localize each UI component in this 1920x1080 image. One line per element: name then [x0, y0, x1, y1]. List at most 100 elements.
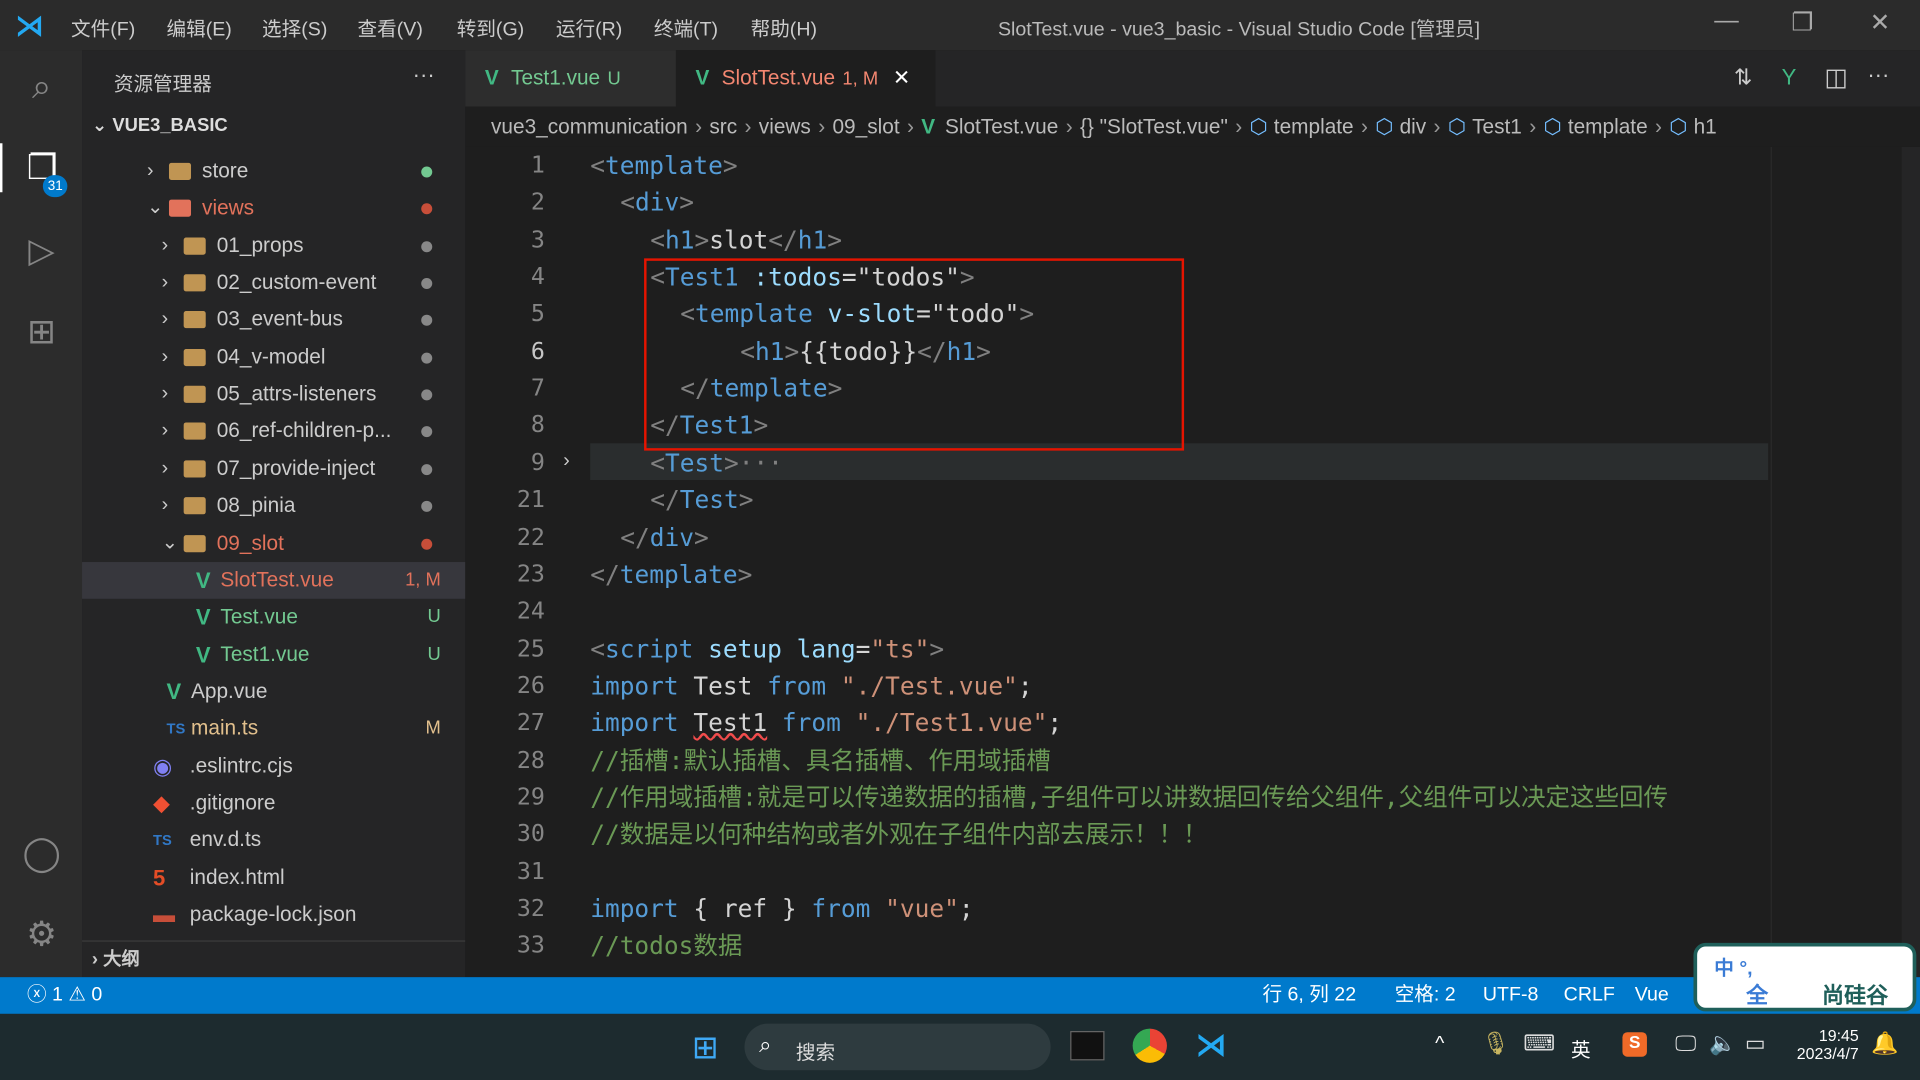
code-line[interactable]: //数据是以何种结构或者外观在子组件内部去展示！！！: [590, 816, 1207, 853]
breadcrumb-item[interactable]: vue3_communication: [491, 115, 688, 138]
code-line[interactable]: </template>: [680, 370, 842, 407]
breadcrumb-item[interactable]: 09_slot: [832, 115, 899, 138]
menu-item[interactable]: 帮助(H): [751, 12, 817, 41]
code-line[interactable]: <script setup lang="ts">: [590, 630, 944, 667]
breadcrumb-item[interactable]: SlotTest.vue: [945, 115, 1058, 138]
code-line[interactable]: </Test>: [650, 481, 753, 518]
code-line[interactable]: </div>: [620, 519, 708, 556]
language-mode[interactable]: Vue: [1635, 977, 1669, 1014]
fold-chevron-icon[interactable]: ›: [563, 451, 570, 473]
encoding[interactable]: UTF-8: [1483, 977, 1539, 1014]
tree-item[interactable]: V App.vue: [82, 673, 465, 710]
code-line[interactable]: import { ref } from "vue";: [590, 890, 973, 927]
breadcrumb-item[interactable]: Test1: [1472, 115, 1522, 138]
restore-button[interactable]: ❐: [1791, 7, 1813, 38]
tree-item[interactable]: 5 index.html: [82, 859, 465, 896]
volume-icon[interactable]: 🔈: [1709, 1031, 1736, 1057]
breadcrumb-item[interactable]: div: [1400, 115, 1427, 138]
notification-icon[interactable]: 🔔: [1871, 1031, 1898, 1057]
tree-item[interactable]: V Test.vue U: [82, 599, 465, 636]
extensions-icon[interactable]: ⊞: [17, 307, 66, 356]
breadcrumb-item[interactable]: {} "SlotTest.vue": [1080, 115, 1228, 138]
code-line[interactable]: //作用域插槽:就是可以传递数据的插槽,子组件可以讲数据回传给父组件,父组件可以…: [590, 779, 1668, 816]
menu-item[interactable]: 选择(S): [262, 12, 327, 41]
compare-changes-icon[interactable]: ⇅: [1734, 65, 1752, 91]
menu-item[interactable]: 运行(R): [556, 12, 622, 41]
code-line[interactable]: </template>: [590, 556, 752, 593]
minimap[interactable]: [1770, 146, 1893, 978]
split-editor-icon[interactable]: ◫: [1824, 62, 1847, 93]
tree-item[interactable]: › 05_attrs-listeners: [82, 376, 465, 413]
tree-item[interactable]: › 01_props: [82, 227, 465, 264]
tree-item[interactable]: ▬ package-lock.json: [82, 896, 465, 933]
code-line[interactable]: <h1>{{todo}}</h1>: [740, 333, 991, 370]
microphone-icon[interactable]: 🎙: [1482, 1031, 1510, 1057]
menu-item[interactable]: 编辑(E): [167, 12, 232, 41]
tree-item[interactable]: ⌄ 09_slot: [82, 525, 465, 562]
close-window-button[interactable]: ✕: [1870, 7, 1891, 38]
outline-section[interactable]: › 大纲: [82, 940, 466, 977]
cursor-position[interactable]: 行 6, 列 22: [1262, 977, 1356, 1014]
tree-item[interactable]: ⌄ views: [82, 190, 465, 227]
code-line[interactable]: import Test from "./Test.vue";: [590, 667, 1032, 704]
code-editor[interactable]: › 1 <template> 2 <div> 3 <h1>slot</h1> 4 <Test1…: [465, 146, 1920, 978]
breadcrumb-item[interactable]: template: [1274, 115, 1354, 138]
tree-item[interactable]: V SlotTest.vue 1, M: [82, 561, 466, 599]
breadcrumb-item[interactable]: src: [709, 115, 737, 138]
tree-item[interactable]: TS env.d.ts: [82, 822, 465, 859]
code-line[interactable]: import Test1 from "./Test1.vue";: [590, 704, 1062, 741]
clock[interactable]: 19:45 2023/4/7: [1790, 1026, 1859, 1063]
search-icon[interactable]: ⌕: [17, 62, 66, 111]
code-line[interactable]: <template>: [590, 147, 737, 184]
tree-item[interactable]: TS main.ts M: [82, 711, 465, 748]
tray-overflow-icon[interactable]: ^: [1435, 1033, 1444, 1055]
minimize-button[interactable]: —: [1714, 7, 1738, 35]
battery-icon[interactable]: ▭: [1745, 1031, 1766, 1057]
breadcrumb-item[interactable]: template: [1568, 115, 1648, 138]
explorer-icon[interactable]: ❐ 31: [0, 143, 82, 198]
menu-item[interactable]: 终端(T): [654, 12, 718, 41]
menu-item[interactable]: 文件(F): [71, 12, 135, 41]
code-line[interactable]: //todos数据: [590, 927, 742, 964]
tab-test1-vue[interactable]: V Test1.vue U: [465, 50, 676, 107]
tree-item[interactable]: V Test1.vue U: [82, 636, 465, 673]
code-line[interactable]: </Test1>: [650, 407, 768, 444]
workspace-root[interactable]: ⌄ VUE3_BASIC: [92, 114, 228, 136]
code-line[interactable]: <h1>slot</h1>: [650, 221, 842, 258]
run-debug-icon[interactable]: ▷: [17, 227, 66, 276]
account-icon[interactable]: ◯: [17, 829, 66, 878]
vue-preview-icon[interactable]: Y: [1782, 65, 1797, 91]
code-line[interactable]: <div>: [620, 184, 694, 221]
code-line[interactable]: <template v-slot="todo">: [680, 296, 1034, 333]
tree-item[interactable]: › 08_pinia: [82, 488, 465, 525]
more-actions-button[interactable]: ···: [413, 62, 435, 88]
tree-item[interactable]: ◆ .gitignore: [82, 785, 465, 822]
tab-slottest-vue[interactable]: V SlotTest.vue 1, M ✕: [675, 50, 936, 107]
terminal-app-icon[interactable]: [1070, 1031, 1105, 1061]
chrome-app-icon[interactable]: [1132, 1028, 1167, 1063]
tree-item[interactable]: › 07_provide-inject: [82, 450, 465, 487]
tree-item[interactable]: › 04_v-model: [82, 339, 465, 376]
ime-toolbar[interactable]: 中 °, 全 尚硅谷: [1693, 942, 1917, 1012]
tree-item[interactable]: › 02_custom-event: [82, 265, 465, 302]
sogou-icon[interactable]: S: [1622, 1032, 1647, 1057]
tree-item[interactable]: ◉ .eslintrc.cjs: [82, 748, 465, 785]
more-tab-actions-icon[interactable]: ···: [1867, 62, 1889, 88]
tree-item[interactable]: › store: [82, 153, 465, 190]
ime-language[interactable]: 英: [1571, 1033, 1591, 1062]
code-line[interactable]: <Test>···: [650, 444, 783, 481]
tree-item[interactable]: › 03_event-bus: [82, 302, 465, 339]
indentation[interactable]: 空格: 2: [1395, 977, 1456, 1014]
code-line[interactable]: //插槽:默认插槽、具名插槽、作用域插槽: [590, 742, 1051, 779]
code-line[interactable]: <Test1 :todos="todos">: [650, 258, 974, 295]
problems-indicator[interactable]: ⓧ 1 ⚠ 0: [27, 977, 102, 1014]
breadcrumb-item[interactable]: views: [759, 115, 811, 138]
line-ending[interactable]: CRLF: [1564, 977, 1615, 1014]
windows-start-icon[interactable]: ⊞: [692, 1029, 719, 1067]
gear-icon[interactable]: ⚙: [17, 910, 66, 959]
close-icon[interactable]: ✕: [893, 66, 910, 89]
tree-item[interactable]: › 06_ref-children-p...: [82, 413, 465, 450]
keyboard-icon[interactable]: ⌨: [1523, 1031, 1555, 1057]
taskbar-search[interactable]: ⌕ 搜索: [744, 1023, 1051, 1071]
scrollbar[interactable]: [1901, 146, 1920, 978]
